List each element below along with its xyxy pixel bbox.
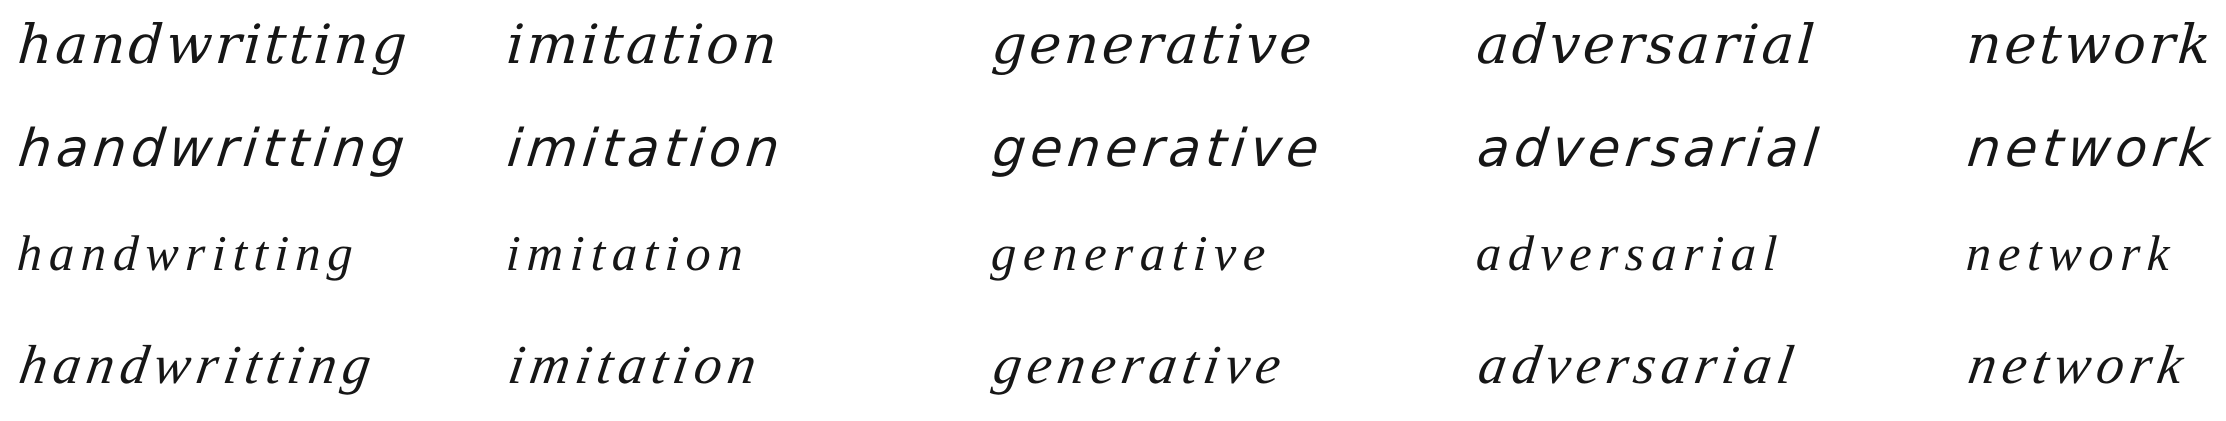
handwritten-word: adversarial [1474,119,1827,179]
handwritten-word: handwritting [15,13,412,76]
handwritten-word: network [1964,119,2218,179]
handwritten-word: adversarial [1474,334,1804,395]
handwriting-row: handwritting imitation generative advers… [0,315,2226,420]
handwritten-word: generative [989,225,1274,281]
handwritten-word: imitation [504,13,783,76]
handwriting-row: handwritting imitation generative advers… [0,0,2226,105]
handwriting-row: handwritting imitation generative advers… [0,105,2226,210]
handwritten-word: generative [989,334,1292,395]
handwritten-word: imitation [504,334,767,395]
handwriting-row: handwritting imitation generative advers… [0,210,2226,315]
handwritten-word: imitation [504,119,788,179]
handwritten-word: generative [989,119,1327,179]
handwritten-word: adversarial [1474,225,1786,281]
handwritten-word: handwritting [15,334,382,395]
handwritten-word: adversarial [1474,13,1820,76]
handwritten-word: handwritting [15,119,413,179]
handwritten-word: network [1964,225,2178,281]
handwritten-word: network [1964,334,2194,395]
handwritten-word: imitation [504,225,752,281]
handwritten-word: handwritting [15,225,362,281]
handwritten-word: generative [989,13,1317,76]
handwriting-sample-sheet: handwritting imitation generative advers… [0,0,2226,421]
handwritten-word: network [1964,13,2216,76]
